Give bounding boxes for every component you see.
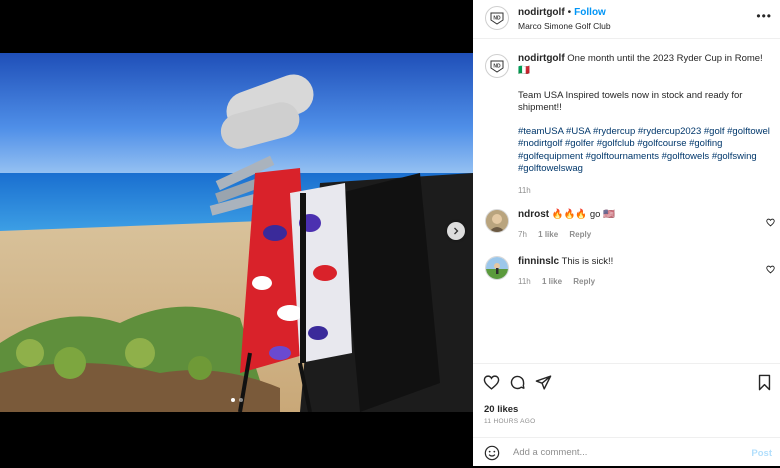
header-title-line: nodirtgolf • Follow [518,7,606,18]
svg-text:ND: ND [493,16,501,22]
post-actions: 20 likes 11 HOURS AGO Post [473,363,780,467]
caption-timestamp[interactable]: 11h [518,185,770,197]
avatar[interactable]: ND [485,54,509,78]
comment-text: 🔥🔥🔥 go 🇺🇸 [551,209,615,220]
next-arrow-icon [454,227,459,235]
action-icons [483,374,552,396]
media-panel [0,0,473,466]
location-link[interactable]: Marco Simone Golf Club [518,21,611,31]
add-comment-bar: Post [473,437,780,468]
comment-icon[interactable] [509,374,526,396]
carousel-dot [238,398,243,402]
photo-illustration [0,53,473,412]
instagram-post-modal: ND nodirtgolf • Follow Marco Simone Golf C… [0,0,780,466]
follow-button[interactable]: Follow [574,7,606,18]
caption-body: nodirtgolf One month until the 2023 Ryde… [518,53,770,198]
reply-button[interactable]: Reply [573,277,595,286]
post-photo[interactable] [0,53,473,412]
user-photo [486,257,508,279]
carousel-dot-active [230,398,235,402]
comment-likes[interactable]: 1 like [538,230,558,239]
comment-username[interactable]: finninslc [518,256,559,267]
header-username[interactable]: nodirtgolf [518,7,565,18]
comment-input[interactable] [511,446,735,459]
avatar[interactable] [485,209,509,233]
nodirtgolf-logo: ND [490,12,504,25]
post-comment-button[interactable]: Post [751,448,772,459]
caption-line-1: nodirtgolf One month until the 2023 Ryde… [518,53,770,78]
nodirtgolf-logo: ND [490,60,504,73]
avatar[interactable] [485,256,509,280]
comment-meta: 7h 1 like Reply [518,229,615,241]
comment-likes[interactable]: 1 like [542,277,562,286]
comment-meta: 11h 1 like Reply [518,276,613,288]
post-timestamp[interactable]: 11 HOURS AGO [484,418,536,425]
carousel-next-button[interactable] [447,222,465,240]
comment-time[interactable]: 7h [518,230,527,239]
share-icon[interactable] [535,374,552,396]
reply-button[interactable]: Reply [569,230,591,239]
heart-icon[interactable] [766,261,775,279]
caption-hashtags[interactable]: #teamUSA #USA #rydercup #rydercup2023 #g… [518,126,770,175]
caption-username[interactable]: nodirtgolf [518,53,565,64]
heart-icon[interactable] [766,214,775,232]
post-details-panel: ND nodirtgolf • Follow Marco Simone Golf C… [473,0,780,466]
comment-text: This is sick!! [561,256,614,267]
carousel-indicator [0,398,473,402]
comment-body: ndrost 🔥🔥🔥 go 🇺🇸 7h 1 like Reply [518,209,615,241]
caption-line-2: Team USA Inspired towels now in stock an… [518,89,743,113]
comment-time[interactable]: 11h [518,277,531,286]
likes-count[interactable]: 20 likes [484,404,518,415]
emoji-icon[interactable] [484,445,500,466]
bookmark-icon[interactable] [757,374,772,396]
separator-dot: • [567,7,572,18]
more-icon[interactable]: ••• [756,9,772,23]
user-photo [486,210,508,232]
svg-text:ND: ND [493,64,501,70]
comment-body: finninslc This is sick!! 11h 1 like Repl… [518,256,613,288]
avatar[interactable]: ND [485,6,509,30]
heart-icon[interactable] [483,374,500,396]
post-header: ND nodirtgolf • Follow Marco Simone Golf C… [473,0,780,39]
comment-username[interactable]: ndrost [518,209,549,220]
